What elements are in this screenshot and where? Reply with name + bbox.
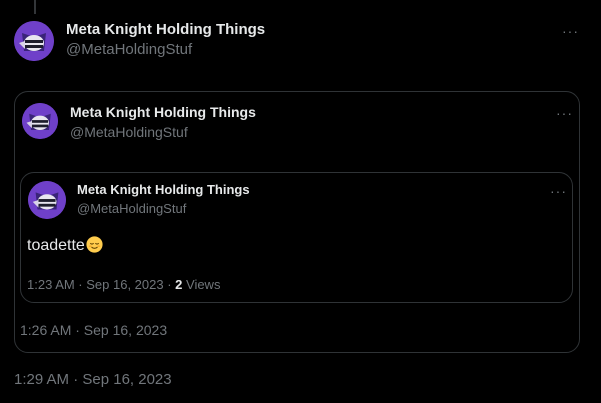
tweet-timestamp[interactable]: 1:26 AM · Sep 16, 2023 xyxy=(20,322,167,338)
tweet-timestamp[interactable]: 1:29 AM · Sep 16, 2023 xyxy=(14,371,172,388)
display-name[interactable]: Meta Knight Holding Things xyxy=(66,21,265,38)
display-name[interactable]: Meta Knight Holding Things xyxy=(77,182,250,197)
avatar[interactable] xyxy=(14,21,54,61)
more-options-button[interactable]: ··· xyxy=(562,24,579,38)
avatar[interactable] xyxy=(22,103,58,139)
tweet-timestamp[interactable]: 1:23 AM · Sep 16, 2023 · 2 Views xyxy=(27,277,220,292)
user-handle[interactable]: @MetaHoldingStuf xyxy=(70,124,188,140)
thread-connector-line xyxy=(34,0,36,14)
tweet-text-content: toadette xyxy=(27,237,85,254)
user-handle[interactable]: @MetaHoldingStuf xyxy=(77,201,186,216)
timestamp-text[interactable]: 1:23 AM · Sep 16, 2023 · xyxy=(27,277,175,292)
more-options-button[interactable]: ··· xyxy=(556,106,573,120)
meta-knight-avatar-icon xyxy=(22,103,58,139)
meta-knight-avatar-icon xyxy=(28,181,66,219)
avatar[interactable] xyxy=(28,181,66,219)
user-handle[interactable]: @MetaHoldingStuf xyxy=(66,41,192,58)
more-options-button[interactable]: ··· xyxy=(550,184,567,198)
tweet-text: toadette xyxy=(27,236,103,255)
display-name[interactable]: Meta Knight Holding Things xyxy=(70,104,256,120)
views-label: Views xyxy=(182,277,221,292)
relieved-face-icon xyxy=(86,236,103,253)
meta-knight-avatar-icon xyxy=(14,21,54,61)
